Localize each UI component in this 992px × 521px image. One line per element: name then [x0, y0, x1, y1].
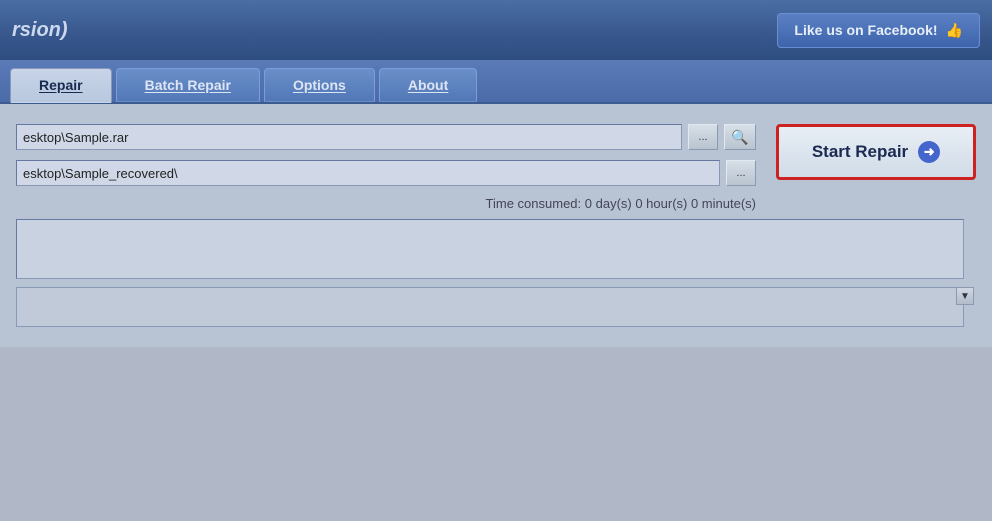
app-title: rsion): [12, 19, 68, 42]
time-consumed-label: Time consumed:: [486, 196, 582, 211]
log-area: [16, 219, 964, 279]
tab-about[interactable]: About: [379, 68, 477, 102]
scrollbar-down-button[interactable]: ▼: [956, 287, 974, 305]
main-content: Start Repair ➜ ... 🔍 ... Time consumed: …: [0, 104, 992, 347]
search-icon: 🔍: [731, 129, 748, 146]
start-repair-button[interactable]: Start Repair ➜: [776, 124, 976, 180]
tab-options[interactable]: Options: [264, 68, 375, 102]
output-folder-input[interactable]: [16, 160, 720, 186]
header-bar: rsion) Like us on Facebook! 👍: [0, 0, 992, 60]
thumbs-up-icon: 👍: [946, 22, 963, 39]
time-consumed-row: Time consumed: 0 day(s) 0 hour(s) 0 minu…: [16, 196, 976, 211]
facebook-label: Like us on Facebook!: [794, 22, 937, 38]
arrow-right-icon: ➜: [918, 141, 940, 163]
source-file-input[interactable]: [16, 124, 682, 150]
time-consumed-value: 0 day(s) 0 hour(s) 0 minute(s): [585, 196, 756, 211]
browse-source-button[interactable]: ...: [688, 124, 718, 150]
tabs-bar: Repair Batch Repair Options About: [0, 60, 992, 104]
browse-output-button[interactable]: ...: [726, 160, 756, 186]
facebook-button[interactable]: Like us on Facebook! 👍: [777, 13, 980, 48]
tab-batch-repair[interactable]: Batch Repair: [116, 68, 260, 102]
progress-area: [16, 287, 964, 327]
search-source-button[interactable]: 🔍: [724, 124, 756, 150]
chevron-down-icon: ▼: [960, 291, 970, 302]
tab-repair[interactable]: Repair: [10, 68, 112, 103]
start-repair-label: Start Repair: [812, 142, 908, 162]
